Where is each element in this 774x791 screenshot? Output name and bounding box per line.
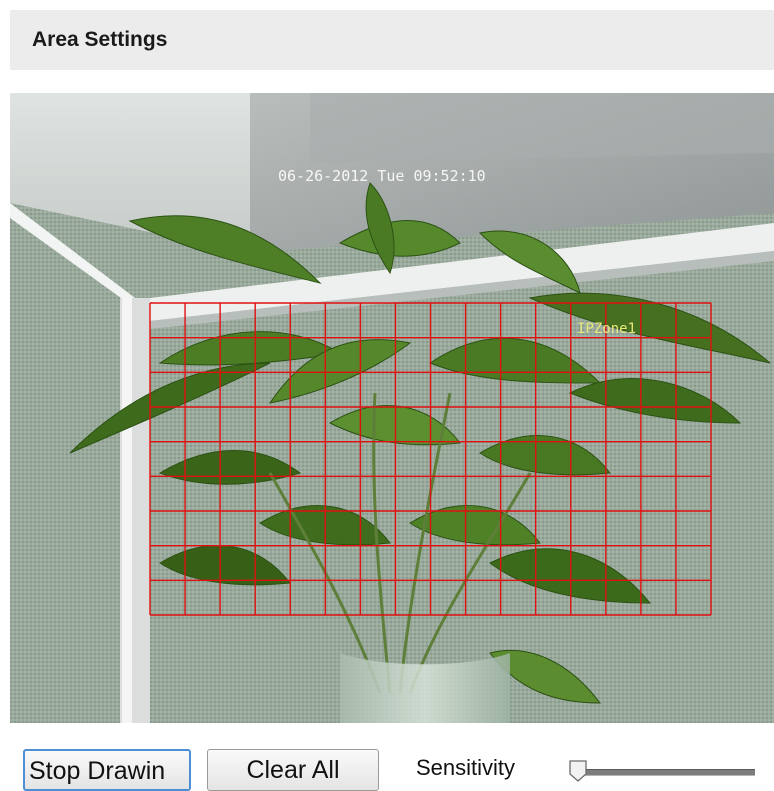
camera-preview-image: 06-26-2012 Tue 09:52:10 IPZone1 bbox=[10, 93, 774, 723]
drawing-controls: Stop Drawin Clear All Sensitivity bbox=[0, 740, 774, 791]
clear-all-button[interactable]: Clear All bbox=[207, 749, 379, 791]
zone-label: IPZone1 bbox=[577, 321, 636, 337]
sensitivity-label: Sensitivity bbox=[416, 755, 516, 780]
page-title: Area Settings bbox=[32, 28, 168, 51]
video-timestamp: 06-26-2012 Tue 09:52:10 bbox=[278, 167, 486, 185]
camera-preview[interactable]: 06-26-2012 Tue 09:52:10 IPZone1 bbox=[10, 93, 774, 723]
sensitivity-slider-track[interactable] bbox=[585, 769, 755, 776]
stop-drawing-button[interactable]: Stop Drawin bbox=[23, 749, 191, 791]
sensitivity-slider-thumb[interactable] bbox=[568, 760, 588, 782]
area-settings-header: Area Settings bbox=[10, 10, 774, 70]
